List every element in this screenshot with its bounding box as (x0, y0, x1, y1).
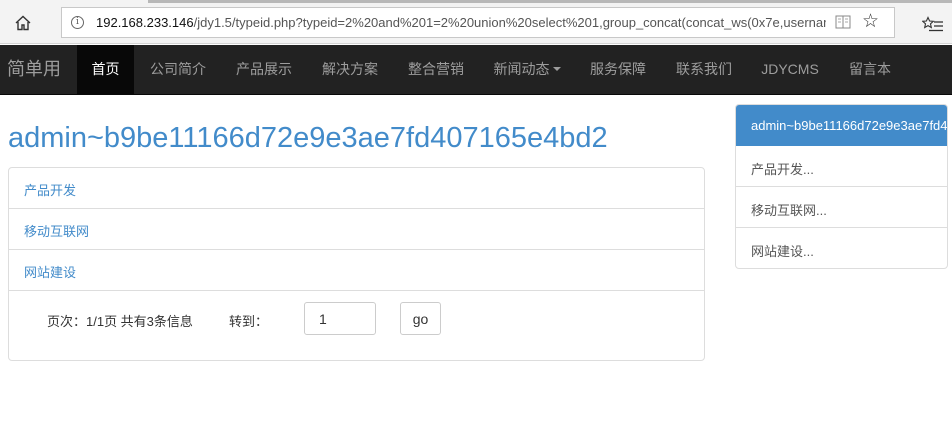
nav-item-news-label: 新闻动态 (493, 61, 550, 77)
nav-item-solutions[interactable]: 解决方案 (307, 45, 393, 95)
url-text[interactable]: 192.168.233.146/jdy1.5/typeid.php?typeid… (96, 15, 826, 30)
caret-down-icon (552, 67, 561, 72)
list-item-link[interactable]: 移动互联网 (24, 221, 89, 240)
list-item: 网站建设 (9, 250, 704, 291)
nav-item-contact[interactable]: 联系我们 (661, 45, 747, 95)
sidebar-item-label: 网站建设... (751, 244, 814, 259)
info-icon[interactable]: i (71, 16, 84, 29)
favorite-star-icon[interactable]: ☆ (862, 11, 879, 33)
address-bar[interactable]: i 192.168.233.146/jdy1.5/typeid.php?type… (61, 7, 895, 38)
tab-strip-segment (148, 0, 952, 3)
site-navbar: 简单用 首页 公司简介 产品展示 解决方案 整合营销 新闻动态 服务保障 联系我… (0, 45, 952, 95)
sidebar-item-label: admin~b9be11166d72e9e3ae7fd407165e4bd2 (751, 118, 948, 133)
nav-item-jdycms[interactable]: JDYCMS (747, 45, 833, 95)
sidebar-list-group: admin~b9be11166d72e9e3ae7fd407165e4bd2 产… (735, 104, 948, 269)
nav-item-company[interactable]: 公司简介 (135, 45, 221, 95)
pager-info: 页次：1/1页 共有3条信息 (47, 314, 193, 329)
pager-goto-label: 转到： (229, 314, 269, 329)
sidebar-item-web-building[interactable]: 网站建设... (736, 228, 947, 268)
home-icon (15, 15, 31, 31)
article-list-panel: 产品开发 移动互联网 网站建设 页次：1/1页 共有3条信息 转到： go (8, 167, 705, 361)
site-brand[interactable]: 简单用 (7, 45, 61, 95)
nav-item-guestbook[interactable]: 留言本 (833, 45, 907, 95)
reading-view-icon[interactable] (835, 15, 851, 29)
page-number-input[interactable] (304, 302, 376, 335)
nav-item-marketing[interactable]: 整合营销 (393, 45, 479, 95)
sidebar-item-active[interactable]: admin~b9be11166d72e9e3ae7fd407165e4bd2 (736, 105, 948, 146)
nav-item-home[interactable]: 首页 (77, 45, 134, 95)
list-item: 移动互联网 (9, 209, 704, 250)
list-item-link[interactable]: 产品开发 (24, 180, 76, 199)
sidebar-item-label: 移动互联网... (751, 203, 827, 218)
sidebar-item-product-dev[interactable]: 产品开发... (736, 146, 947, 187)
page-title: admin~b9be11166d72e9e3ae7fd407165e4bd2 (8, 122, 608, 154)
nav-item-service[interactable]: 服务保障 (575, 45, 661, 95)
sidebar-item-label: 产品开发... (751, 162, 814, 177)
nav-item-products[interactable]: 产品展示 (221, 45, 307, 95)
list-item: 产品开发 (9, 168, 704, 209)
favorites-list-icon[interactable] (922, 16, 944, 34)
url-host: 192.168.233.146 (96, 15, 194, 30)
url-path: /jdy1.5/typeid.php?typeid=2%20and%201=2%… (193, 15, 826, 30)
go-button[interactable]: go (400, 302, 441, 335)
nav-item-news-dropdown[interactable]: 新闻动态 (479, 45, 575, 95)
list-item-link[interactable]: 网站建设 (24, 262, 76, 281)
browser-toolbar: i 192.168.233.146/jdy1.5/typeid.php?type… (0, 4, 952, 44)
sidebar-item-mobile-internet[interactable]: 移动互联网... (736, 187, 947, 228)
home-button[interactable] (10, 10, 36, 36)
